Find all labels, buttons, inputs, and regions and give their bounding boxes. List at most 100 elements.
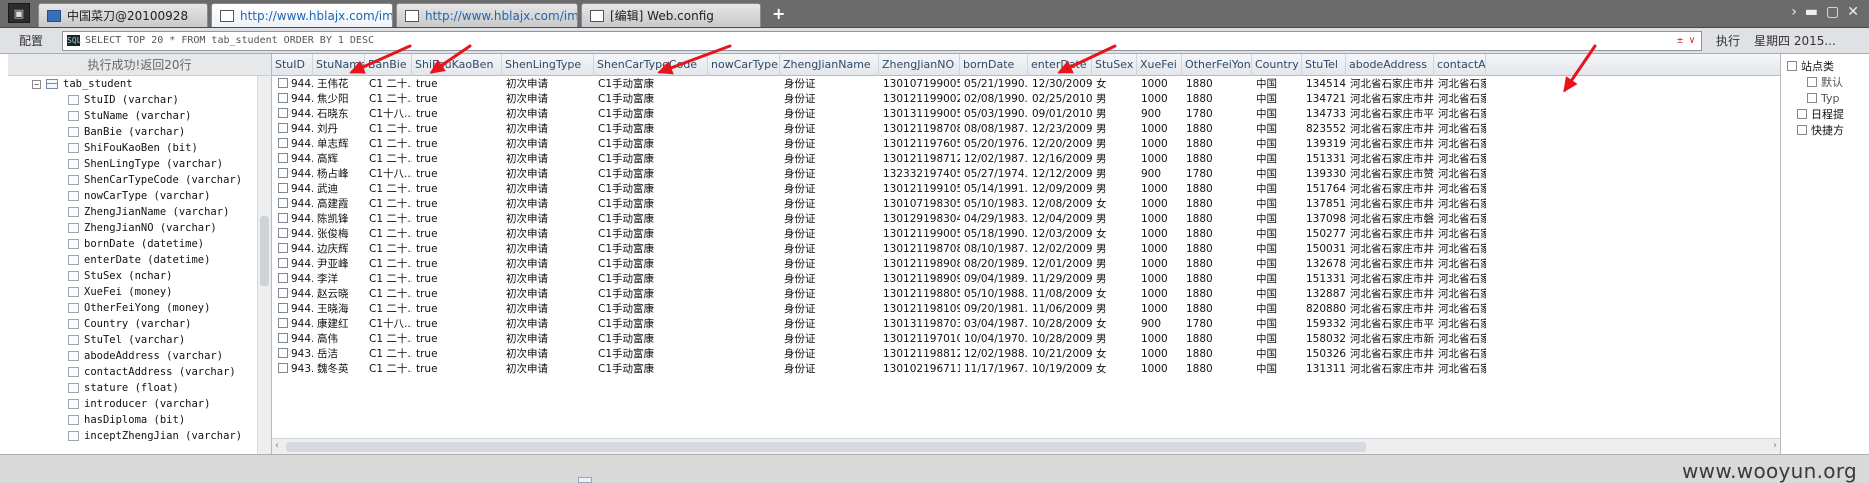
tree-field-node[interactable]: abodeAddress (varchar) xyxy=(8,348,271,364)
table-row[interactable]: 944... 高辉 C1 二十... true 初次申请 C1手动富康 身份证 1301211… xyxy=(272,152,1780,167)
column-header-stuname[interactable]: StuName xyxy=(313,54,365,76)
tree-field-node[interactable]: StuTel (varchar) xyxy=(8,332,271,348)
sidebar-item-3[interactable]: 日程提 xyxy=(1781,106,1869,122)
table-row[interactable]: 944... 赵云晓 C1 二十... true 初次申请 C1手动富康 身份证 130121… xyxy=(272,287,1780,302)
column-header-zhengjianno[interactable]: ZhengJianNO xyxy=(879,54,960,76)
close-icon[interactable]: ✕ xyxy=(1847,4,1859,20)
table-row[interactable]: 944... 高伟 C1 二十... true 初次申请 C1手动富康 身份证 1301211… xyxy=(272,332,1780,347)
tree-field-node[interactable]: StuName (varchar) xyxy=(8,108,271,124)
table-row[interactable]: 944... 焦少阳 C1 二十... true 初次申请 C1手动富康 身份证 130121… xyxy=(272,92,1780,107)
table-row[interactable]: 943... 岳洁 C1 二十... true 初次申请 C1手动富康 身份证 1301211… xyxy=(272,347,1780,362)
column-header-contactaddr[interactable]: contactAddr xyxy=(1434,54,1486,76)
table-row[interactable]: 944... 边庆辉 C1 二十... true 初次申请 C1手动富康 身份证 130121… xyxy=(272,242,1780,257)
tab-2[interactable]: http://www.hblajx.com/image... xyxy=(396,3,578,27)
checkbox-icon[interactable] xyxy=(278,348,288,358)
column-header-otherfeiyong[interactable]: OtherFeiYong xyxy=(1182,54,1252,76)
tree-field-node[interactable]: StuSex (nchar) xyxy=(8,268,271,284)
tab-0[interactable]: 中国菜刀@20100928 xyxy=(38,3,208,27)
column-header-shifoukaoben[interactable]: ShiFouKaoBen xyxy=(412,54,502,76)
table-row[interactable]: 944... 石晓东 C1十八... true 初次申请 C1手动富康 身份证 1301311… xyxy=(272,107,1780,122)
tree-field-node[interactable]: contactAddress (varchar) xyxy=(8,364,271,380)
checkbox-icon[interactable] xyxy=(278,138,288,148)
table-row[interactable]: 944... 武迪 C1 二十... true 初次申请 C1手动富康 身份证 1301211… xyxy=(272,182,1780,197)
column-header-xuefei[interactable]: XueFei xyxy=(1137,54,1182,76)
checkbox-icon[interactable] xyxy=(278,333,288,343)
tree-field-node[interactable]: Country (varchar) xyxy=(8,316,271,332)
table-row[interactable]: 943... 魏冬英 C1 二十... true 初次申请 C1手动富康 身份证 130102… xyxy=(272,362,1780,377)
tree-root-node[interactable]: − tab_student xyxy=(8,76,271,92)
checkbox-icon[interactable] xyxy=(278,183,288,193)
column-header-abodeaddress[interactable]: abodeAddress xyxy=(1346,54,1434,76)
column-header-zhengjianname[interactable]: ZhengJianName xyxy=(780,54,879,76)
checkbox-icon[interactable] xyxy=(278,108,288,118)
table-row[interactable]: 944... 张俊梅 C1 二十... true 初次申请 C1手动富康 身份证 130121… xyxy=(272,227,1780,242)
splitter-handle[interactable] xyxy=(578,477,592,483)
column-header-banbie[interactable]: BanBie xyxy=(365,54,412,76)
checkbox-icon[interactable] xyxy=(278,288,288,298)
tree-field-node[interactable]: hasDiploma (bit) xyxy=(8,412,271,428)
table-row[interactable]: 944... 杨占峰 C1十八... true 初次申请 C1手动富康 身份证 1323321… xyxy=(272,167,1780,182)
checkbox-icon[interactable] xyxy=(278,258,288,268)
checkbox-icon[interactable] xyxy=(278,168,288,178)
checkbox-icon[interactable] xyxy=(278,363,288,373)
checkbox-icon[interactable] xyxy=(278,243,288,253)
column-header-nowcartype[interactable]: nowCarType xyxy=(708,54,780,76)
checkbox-icon[interactable] xyxy=(278,228,288,238)
table-row[interactable]: 944... 王晓海 C1 二十... true 初次申请 C1手动富康 身份证 130121… xyxy=(272,302,1780,317)
checkbox-icon[interactable] xyxy=(278,303,288,313)
maximize-icon[interactable]: ▢ xyxy=(1826,4,1839,20)
tree-field-node[interactable]: stature (float) xyxy=(8,380,271,396)
sidebar-item-0[interactable]: 站点类 xyxy=(1781,58,1869,74)
checkbox-icon[interactable] xyxy=(278,153,288,163)
tree-field-node[interactable]: ShiFouKaoBen (bit) xyxy=(8,140,271,156)
tree-field-node[interactable]: ZhengJianName (varchar) xyxy=(8,204,271,220)
column-header-shencartypecode[interactable]: ShenCarTypeCode xyxy=(594,54,708,76)
checkbox-icon[interactable] xyxy=(278,93,288,103)
tab-1[interactable]: http://www.hblajx.com/image... xyxy=(211,3,393,27)
tree-field-node[interactable]: nowCarType (varchar) xyxy=(8,188,271,204)
scroll-left-icon[interactable]: ‹ xyxy=(275,440,279,451)
table-row[interactable]: 944... 康建红 C1十八... true 初次申请 C1手动富康 身份证 1301311… xyxy=(272,317,1780,332)
column-header-enterdate[interactable]: enterDate xyxy=(1028,54,1092,76)
tree-scroll-thumb[interactable] xyxy=(260,216,269,286)
collapse-icon[interactable]: − xyxy=(32,79,41,89)
grid-scroll-thumb[interactable] xyxy=(286,442,1366,452)
checkbox-icon[interactable] xyxy=(278,318,288,328)
tree-field-node[interactable]: XueFei (money) xyxy=(8,284,271,300)
column-header-shenlingtype[interactable]: ShenLingType xyxy=(502,54,594,76)
grid-horizontal-scrollbar[interactable]: ‹ › xyxy=(272,438,1780,454)
config-button[interactable]: 配置 xyxy=(0,32,62,49)
tree-field-node[interactable]: StuID (varchar) xyxy=(8,92,271,108)
minimize-icon[interactable]: ▬ xyxy=(1805,4,1818,20)
checkbox-icon[interactable] xyxy=(278,213,288,223)
table-row[interactable]: 944... 李洋 C1 二十... true 初次申请 C1手动富康 身份证 1301211… xyxy=(272,272,1780,287)
tree-field-node[interactable]: inceptZhengJian (varchar) xyxy=(8,428,271,444)
tab-scroll-right-icon[interactable]: › xyxy=(1791,4,1797,20)
column-header-borndate[interactable]: bornDate xyxy=(960,54,1028,76)
table-row[interactable]: 944... 刘丹 C1 二十... true 初次申请 C1手动富康 身份证 1301211… xyxy=(272,122,1780,137)
table-row[interactable]: 944... 陈凯锋 C1 二十... true 初次申请 C1手动富康 身份证 130129… xyxy=(272,212,1780,227)
sidebar-item-4[interactable]: 快捷方 xyxy=(1781,122,1869,138)
tree-field-node[interactable]: BanBie (varchar) xyxy=(8,124,271,140)
new-tab-button[interactable]: + xyxy=(772,4,785,23)
checkbox-icon[interactable] xyxy=(278,273,288,283)
table-row[interactable]: 944... 单志辉 C1 二十... true 初次申请 C1手动富康 身份证 130121… xyxy=(272,137,1780,152)
tree-field-node[interactable]: ZhengJianNO (varchar) xyxy=(8,220,271,236)
tree-field-node[interactable]: bornDate (datetime) xyxy=(8,236,271,252)
sidebar-item-2[interactable]: Typ xyxy=(1781,90,1869,106)
tree-scrollbar[interactable] xyxy=(257,76,271,454)
execute-button[interactable]: 执行 xyxy=(1702,32,1754,49)
table-row[interactable]: 944... 王伟花 C1 二十... true 初次申请 C1手动富康 身份证 130107… xyxy=(272,77,1780,92)
column-header-stutel[interactable]: StuTel xyxy=(1302,54,1346,76)
sql-dropdown-icon[interactable]: ± ∨ xyxy=(1677,35,1701,46)
column-header-stusex[interactable]: StuSex xyxy=(1092,54,1137,76)
table-row[interactable]: 944... 高建霞 C1 二十... true 初次申请 C1手动富康 身份证 130107… xyxy=(272,197,1780,212)
checkbox-icon[interactable] xyxy=(278,198,288,208)
checkbox-icon[interactable] xyxy=(278,78,288,88)
tree-field-node[interactable]: enterDate (datetime) xyxy=(8,252,271,268)
column-header-country[interactable]: Country xyxy=(1252,54,1302,76)
sql-input[interactable]: SQL SELECT TOP 20 * FROM tab_student ORD… xyxy=(62,30,1702,51)
column-header-stuid[interactable]: StuID xyxy=(272,54,313,76)
tree-field-node[interactable]: ShenCarTypeCode (varchar) xyxy=(8,172,271,188)
table-row[interactable]: 944... 尹亚峰 C1 二十... true 初次申请 C1手动富康 身份证 130121… xyxy=(272,257,1780,272)
